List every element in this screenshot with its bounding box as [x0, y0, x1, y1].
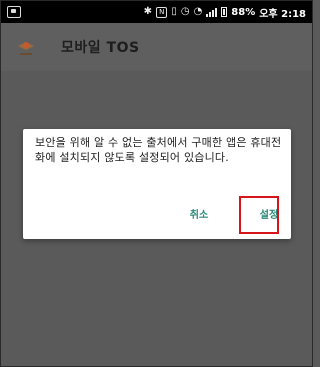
settings-button-highlight	[239, 196, 279, 234]
bluetooth-icon: ✱	[143, 6, 153, 17]
dialog-message: 보안을 위해 알 수 없는 출처에서 구매한 앱은 휴대전화에 설치되지 않도록…	[35, 136, 282, 164]
app-notification-icon	[7, 6, 21, 18]
signal-icon	[206, 7, 218, 17]
clock: 오후 2:18	[259, 8, 306, 20]
vibrate-icon: ▯	[171, 6, 177, 17]
status-bar: ✱ N ▯ ◷ ◔ 88% 오후 2:18	[1, 1, 312, 23]
battery-percent: 88%	[231, 6, 256, 18]
nfc-icon: N	[156, 6, 168, 18]
app-bar: 모바일 TOS	[1, 23, 312, 71]
alarm-icon: ◷	[180, 6, 190, 17]
cancel-button[interactable]: 취소	[181, 204, 217, 222]
app-logo-icon	[15, 36, 37, 58]
screen: ✱ N ▯ ◷ ◔ 88% 오후 2:18 모바일 TOS 보안을 위해 알 수…	[0, 0, 313, 367]
wifi-icon: ◔	[193, 6, 203, 17]
app-title: 모바일 TOS	[61, 40, 140, 56]
battery-icon	[221, 7, 228, 17]
